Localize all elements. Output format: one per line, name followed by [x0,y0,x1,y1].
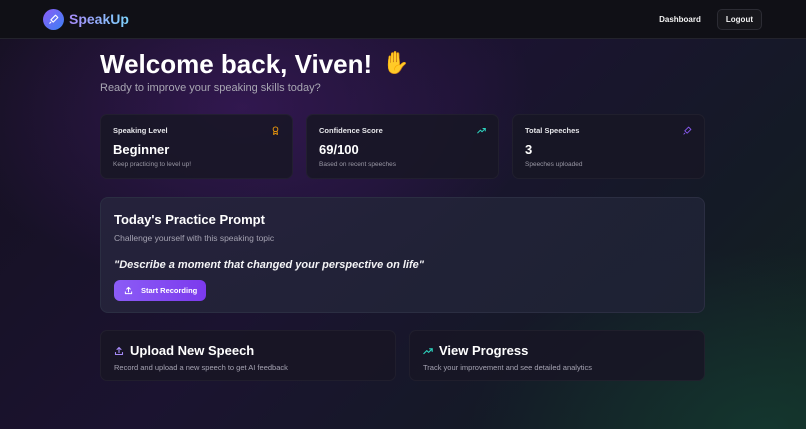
stat-label: Total Speeches [525,126,580,135]
action-title: Upload New Speech [114,343,382,358]
action-description: Record and upload a new speech to get AI… [114,363,288,372]
start-recording-label: Start Recording [141,286,198,295]
upload-icon [114,346,124,355]
top-navbar: SpeakUp Dashboard Logout [0,0,806,39]
action-title-text: Upload New Speech [130,343,255,358]
upload-new-speech-card[interactable]: Upload New Speech Record and upload a ne… [100,330,396,381]
start-recording-button[interactable]: Start Recording [114,280,207,301]
stat-value: 3 [525,142,533,157]
nav-actions: Dashboard Logout [659,8,762,30]
brand-name: SpeakUp [69,11,129,27]
welcome-title-text: Welcome back, Viven! [100,49,373,79]
stat-value: 69/100 [319,142,359,157]
view-progress-card[interactable]: View Progress Track your improvement and… [409,330,705,381]
prompt-title: Today's Practice Prompt [114,212,265,227]
practice-prompt-card: Today's Practice Prompt Challenge yourse… [100,197,705,313]
logout-button[interactable]: Logout [716,8,762,30]
brand[interactable]: SpeakUp [43,8,129,30]
stat-card-total-speeches: Total Speeches 3 Speeches uploaded [512,114,705,179]
stat-note: Speeches uploaded [525,161,583,168]
stat-value: Beginner [113,142,170,157]
trending-up-icon [423,347,433,354]
stat-card-confidence-score: Confidence Score 69/100 Based on recent … [306,114,499,179]
welcome-section: Welcome back, Viven! ✋ Ready to improve … [100,49,410,94]
action-description: Track your improvement and see detailed … [423,363,592,372]
stat-label: Confidence Score [319,126,383,135]
stat-note: Keep practicing to level up! [113,161,192,168]
mic-icon [683,126,692,135]
stat-label: Speaking Level [113,126,168,135]
stats-row: Speaking Level Beginner Keep practicing … [100,114,705,179]
award-icon [272,126,279,135]
action-title: View Progress [423,343,691,358]
action-cards-row: Upload New Speech Record and upload a ne… [100,330,705,381]
trending-up-icon [477,128,486,134]
action-title-text: View Progress [439,343,529,358]
prompt-quote: "Describe a moment that changed your per… [114,259,424,271]
welcome-subtitle: Ready to improve your speaking skills to… [100,82,321,94]
upload-icon [124,286,133,295]
stat-card-speaking-level: Speaking Level Beginner Keep practicing … [100,114,293,179]
logo-mic-icon [43,8,64,30]
page-title: Welcome back, Viven! ✋ [100,49,410,79]
prompt-subtitle: Challenge yourself with this speaking to… [114,233,275,243]
waving-hand-icon: ✋ [382,51,410,76]
stat-note: Based on recent speeches [319,161,396,168]
dashboard-link[interactable]: Dashboard [659,15,701,24]
